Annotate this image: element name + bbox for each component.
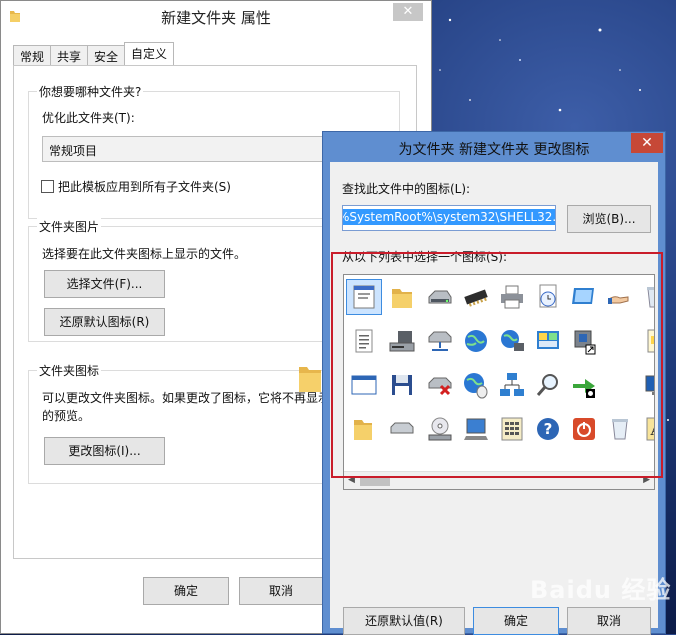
icon-file-input[interactable]: %SystemRoot%\system32\SHELL32.dll <box>342 205 556 231</box>
change-icon-cancel-button[interactable]: 取消 <box>567 607 651 635</box>
folder-icon-description-line2: 的预览。 <box>42 409 91 423</box>
apply-subfolders-checkbox[interactable]: 把此模板应用到所有子文件夹(S) <box>41 178 231 195</box>
folder-picture-description: 选择要在此文件夹图标上显示的文件。 <box>42 247 247 261</box>
properties-title: 新建文件夹 属性 <box>161 9 271 27</box>
annotation-highlight-box <box>331 252 663 478</box>
checkbox-box[interactable] <box>41 180 54 193</box>
apply-subfolders-label: 把此模板应用到所有子文件夹(S) <box>58 180 231 194</box>
restore-default-icon-button[interactable]: 还原默认图标(R) <box>44 308 165 336</box>
tab-sharing[interactable]: 共享 <box>50 45 89 65</box>
baidu-watermark: Baidu 经验 <box>530 576 672 604</box>
change-icon-close-button[interactable]: ✕ <box>631 133 663 153</box>
properties-tabs: 常规 共享 安全 自定义 <box>13 42 175 65</box>
tab-general[interactable]: 常规 <box>13 45 52 65</box>
change-icon-ok-button[interactable]: 确定 <box>473 607 559 635</box>
folder-picture-group-label: 文件夹图片 <box>37 218 102 235</box>
change-icon-title: 为文件夹 新建文件夹 更改图标 <box>398 142 590 158</box>
properties-close-button[interactable]: ✕ <box>393 3 423 21</box>
restore-defaults-button[interactable]: 还原默认值(R) <box>343 607 465 635</box>
icon-file-value: %SystemRoot%\system32\SHELL32.dll <box>343 209 555 225</box>
find-icons-label: 查找此文件中的图标(L): <box>342 182 471 196</box>
change-icon-titlebar[interactable]: 为文件夹 新建文件夹 更改图标 ✕ <box>323 132 665 162</box>
optimize-group-label: 你想要哪种文件夹? <box>37 83 144 100</box>
optimize-label: 优化此文件夹(T): <box>42 111 135 125</box>
folder-icon-group-label: 文件夹图标 <box>37 362 102 379</box>
properties-ok-button[interactable]: 确定 <box>143 577 229 605</box>
properties-cancel-button[interactable]: 取消 <box>239 577 323 605</box>
properties-titlebar[interactable]: 新建文件夹 属性 ✕ <box>1 1 431 33</box>
choose-file-button[interactable]: 选择文件(F)... <box>44 270 165 298</box>
browse-button[interactable]: 浏览(B)... <box>567 205 651 233</box>
optimize-combo[interactable]: 常规项目 <box>42 136 332 162</box>
change-icon-button[interactable]: 更改图标(I)... <box>44 437 165 465</box>
folder-preview-icon <box>297 363 323 398</box>
tab-security[interactable]: 安全 <box>87 45 126 65</box>
tab-customize[interactable]: 自定义 <box>124 42 175 65</box>
